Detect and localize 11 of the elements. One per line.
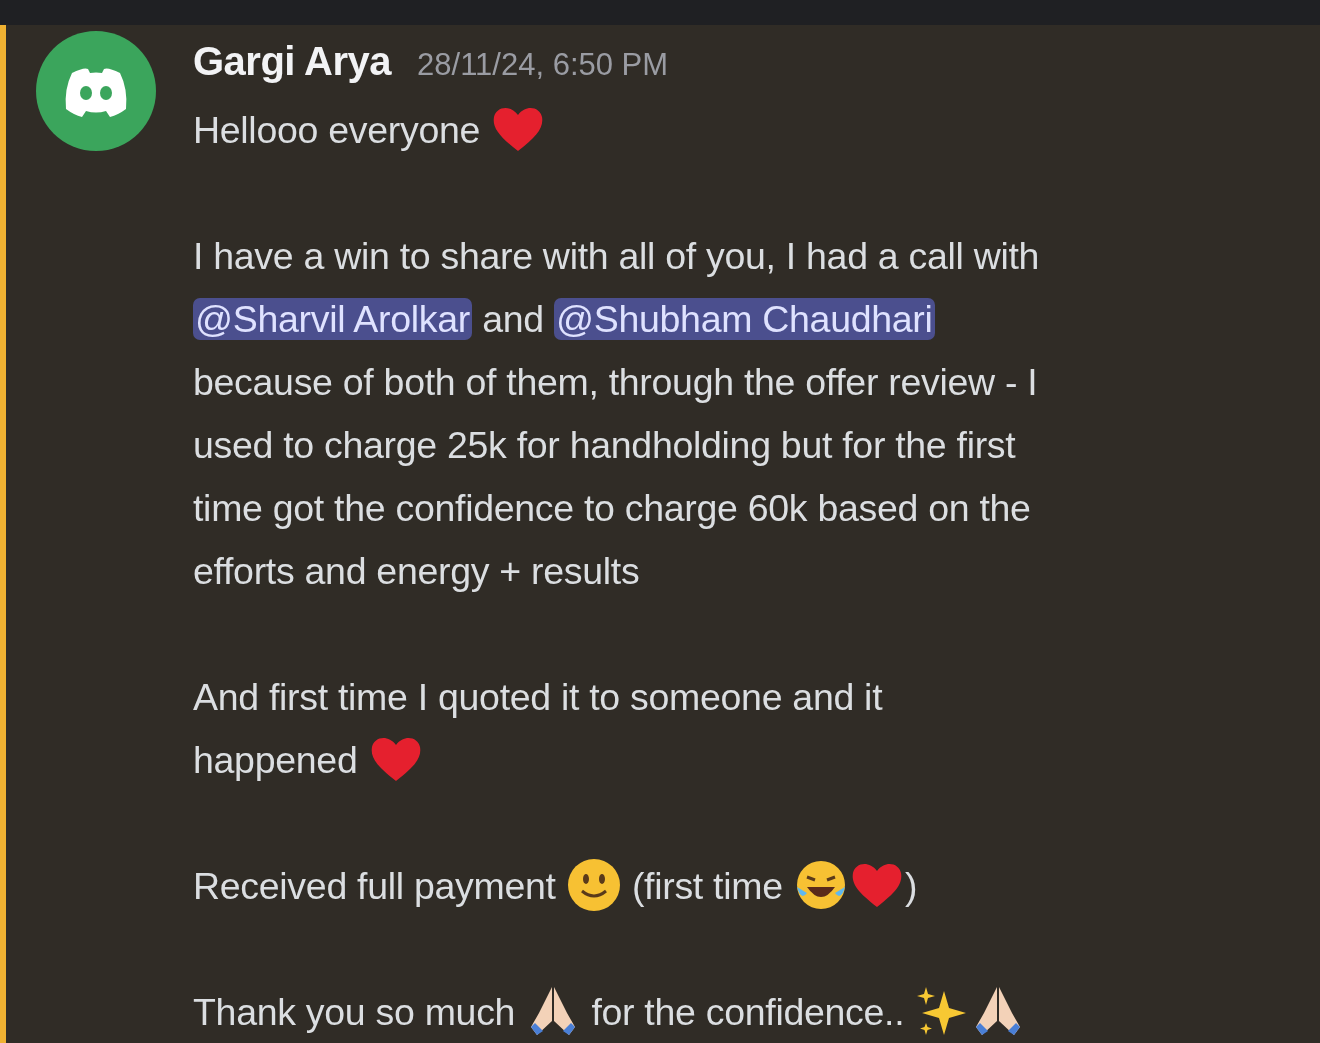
user-mention[interactable]: @Shubham Chaudhari: [553, 298, 935, 340]
message-text: Hellooo everyone: [193, 99, 1055, 162]
message-text: And first time I quoted it to someone and it happened: [193, 666, 1055, 792]
avatar-icon[interactable]: [36, 31, 156, 151]
user-mention[interactable]: @Sharvil Arolkar: [193, 298, 473, 340]
message-text: Thank you so much for the confidence..: [193, 981, 1055, 1043]
smiley-icon: [565, 857, 622, 913]
message-text: Received full payment (first time ): [193, 855, 1055, 918]
message-text: I have a win to share with all of you, I had a call with @Sharvil Arolkar and @Shubham Chaudhari because of both of them, through the offer review - I used to charge 25k for handholding but for the first time got the confidence to charge 60k based on the efforts and energy + results: [193, 234, 1041, 594]
timestamp: 28/11/24, 6:50 PM: [417, 47, 669, 83]
author-name[interactable]: Gargi Arya: [193, 39, 392, 84]
